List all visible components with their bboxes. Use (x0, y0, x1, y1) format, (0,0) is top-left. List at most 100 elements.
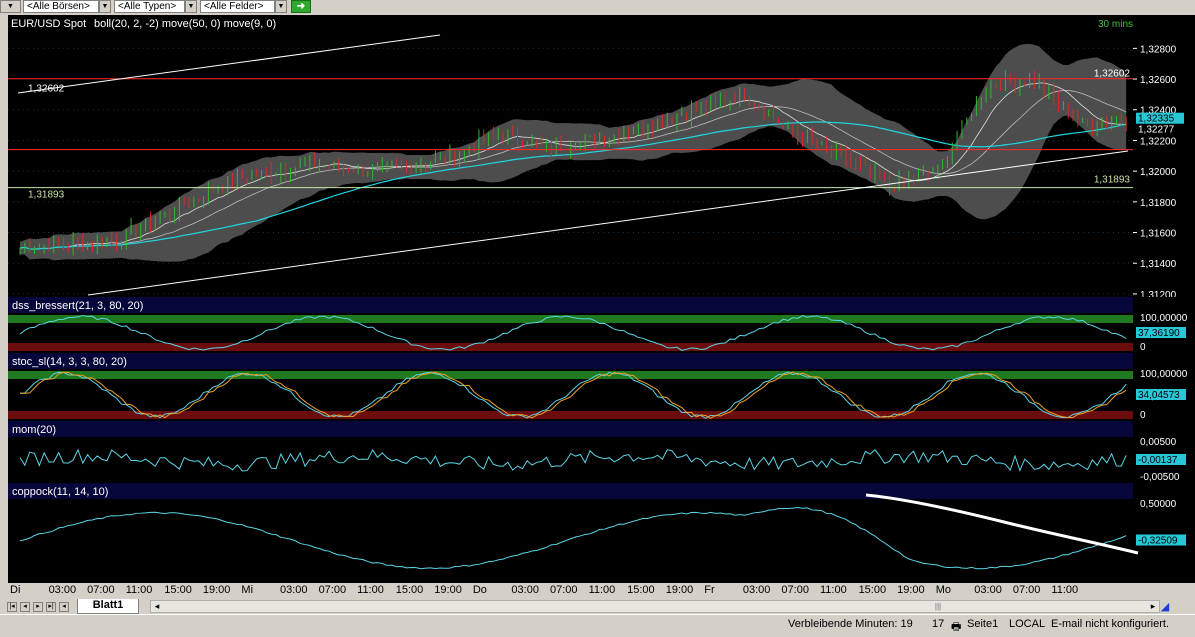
panel-tick-bottom: 0 (1140, 410, 1146, 421)
panel-title: coppock(11, 14, 10) (12, 486, 108, 498)
time-axis-label: 11:00 (125, 584, 153, 596)
panel-title: stoc_sl(14, 3, 3, 80, 20) (12, 356, 127, 368)
time-axis-label: 11:00 (1051, 584, 1079, 596)
last-price-1: 1,32335 (1138, 114, 1175, 125)
time-axis-label: 19:00 (434, 584, 462, 596)
status-count: 17 (932, 618, 945, 630)
time-axis-label: 11:00 (357, 584, 384, 596)
sheet-tab-blatt1[interactable]: Blatt1 (77, 599, 139, 614)
panel-dss[interactable]: dss_bressert(21, 3, 80, 20) 100,00000 0 37,… (8, 297, 1195, 353)
sheet-menu-button[interactable]: ◂ (59, 602, 69, 612)
panel-title: dss_bressert(21, 3, 80, 20) (12, 300, 143, 312)
time-axis-label: 03:00 (974, 584, 1002, 596)
main-chart-indicators: boll(20, 2, -2) move(50, 0) move(9, 0) (94, 18, 276, 30)
time-axis-label: Do (472, 584, 487, 596)
price-tick-label: 1,32600 (1140, 75, 1177, 86)
chart-tool-icon[interactable]: ◢ (1157, 600, 1173, 613)
panel-coppock[interactable]: coppock(11, 14, 10)0,500000-0,32509 (8, 483, 1195, 582)
panel-tick-bottom: 0 (1140, 342, 1146, 353)
status-local: LOCAL (1009, 618, 1046, 630)
time-axis: Di 03:00 07:00 11:00 15:00 19:00 Mi 03:00 07:00 1… (0, 583, 1195, 597)
panel-title: mom(20) (12, 424, 56, 436)
main-chart-title-symbol: EUR/USD Spot (11, 18, 86, 30)
price-tick-label: 1,31800 (1140, 198, 1177, 209)
field-select[interactable]: <Alle Felder> (200, 0, 275, 13)
time-axis-label: 07:00 (550, 584, 578, 596)
type-select-arrow[interactable]: ▼ (185, 0, 197, 13)
hline-lower-label-right: 1,31893 (1094, 175, 1131, 186)
oversold-zone (8, 343, 1133, 351)
panel-tick-top: 0,00500 (1140, 437, 1177, 448)
panel-title-bar (8, 353, 1133, 369)
type-select[interactable]: <Alle Typen> (114, 0, 185, 13)
time-axis-label: Fr (704, 584, 715, 596)
hline-upper-label-right: 1,32602 (1094, 69, 1131, 80)
panel-tick-top: 0,50000 (1140, 499, 1177, 510)
panel-stoc[interactable]: stoc_sl(14, 3, 3, 80, 20)100,0000050,000… (8, 353, 1195, 421)
panel-mom[interactable]: mom(20) 0,00500 -0,00500 -0,00137 (8, 421, 1195, 483)
panel-tick-top: 100,00000 (1140, 313, 1188, 324)
last-sheet-button[interactable]: ▸| (46, 602, 56, 612)
time-axis-label: 07:00 (87, 584, 115, 596)
chart-area[interactable]: 1,32602 1,32602 1,31893 1,31893 EUR/USD Spo… (8, 15, 1195, 586)
toolbar: ▼ <Alle Börsen> ▼ <Alle Typen> ▼ <Alle F… (0, 0, 1195, 14)
time-axis-label: 15:00 (627, 584, 655, 596)
price-tick-label: 1,32200 (1140, 136, 1177, 147)
time-axis-label: 15:00 (858, 584, 887, 596)
time-axis-label: 19:00 (665, 584, 694, 596)
status-page: Seite1 (967, 618, 999, 630)
hline-upper-label-left: 1,32602 (28, 84, 65, 95)
time-axis-label: Mo (935, 584, 951, 596)
price-tick-label: 1,31400 (1140, 259, 1177, 270)
time-axis-label: 11:00 (820, 584, 847, 596)
panel-title-bar (8, 297, 1133, 313)
price-tick-label: 1,31600 (1140, 229, 1177, 240)
field-select-arrow[interactable]: ▼ (275, 0, 287, 13)
time-axis-label: 03:00 (48, 584, 77, 596)
panel-title-bar (8, 421, 1133, 437)
next-sheet-button[interactable]: ▸ (33, 602, 43, 612)
time-axis-label: 07:00 (1012, 584, 1041, 596)
panel-title-bar (8, 483, 1133, 499)
time-axis-label: 11:00 (588, 584, 616, 596)
time-axis-label: 03:00 (742, 584, 771, 596)
status-remaining-minutes: Verbleibende Minuten: 19 (788, 618, 913, 630)
scroll-left-icon[interactable]: ◂ (151, 601, 163, 612)
panel-value: -0,00137 (1138, 455, 1178, 466)
panel-value: 34,04573 (1138, 390, 1180, 401)
exchange-select-arrow[interactable]: ▼ (99, 0, 111, 13)
prev-sheet-button[interactable]: ◂ (20, 602, 30, 612)
status-email: E-mail nicht konfiguriert. (1051, 618, 1169, 630)
scroll-thumb-grip-icon[interactable]: ||| (931, 601, 945, 612)
time-axis-label: 19:00 (202, 584, 231, 596)
horizontal-scrollbar[interactable]: ◂ ||| ▸ (150, 600, 1160, 613)
time-axis-label: 07:00 (318, 584, 347, 596)
price-tick-label: 1,32000 (1140, 167, 1177, 178)
time-axis-label: 03:00 (280, 584, 308, 596)
indicator-panels: dss_bressert(21, 3, 80, 20) 100,00000 0 37,… (8, 297, 1195, 582)
time-axis-label: 19:00 (897, 584, 925, 596)
time-axis-label: 15:00 (395, 584, 424, 596)
first-sheet-button[interactable]: |◂ (7, 602, 17, 612)
timeframe-label: 30 mins (1098, 19, 1133, 30)
status-bar: Verbleibende Minuten: 19 17 🖶 Seite1 LOC… (0, 614, 1195, 634)
time-axis-label: Mi (241, 584, 254, 596)
exchange-select[interactable]: <Alle Börsen> (23, 0, 99, 13)
hline-lower-label-left: 1,31893 (28, 190, 65, 201)
panel-tick-bottom: -0,00500 (1140, 472, 1180, 483)
toolbar-dropdown-button[interactable]: ▼ (0, 0, 21, 13)
price-axis[interactable] (1133, 15, 1195, 297)
chart-svg[interactable]: 1,32602 1,32602 1,31893 1,31893 EUR/USD Spo… (8, 15, 1195, 586)
panel-value: -0,32509 (1138, 536, 1178, 547)
time-axis-label: Di (10, 584, 21, 596)
panel-tick-top: 100,00000 (1140, 369, 1188, 380)
go-button[interactable]: ➜ (291, 0, 311, 13)
last-price-2: 1,32277 (1138, 125, 1175, 136)
page-icon: 🖶 (951, 621, 962, 633)
overbought-zone (8, 315, 1133, 323)
time-axis-label: 15:00 (164, 584, 192, 596)
time-axis-label: 03:00 (511, 584, 539, 596)
price-tick-label: 1,32800 (1140, 44, 1177, 55)
time-axis-label: 07:00 (781, 584, 809, 596)
panel-value: 37,36190 (1138, 328, 1180, 339)
